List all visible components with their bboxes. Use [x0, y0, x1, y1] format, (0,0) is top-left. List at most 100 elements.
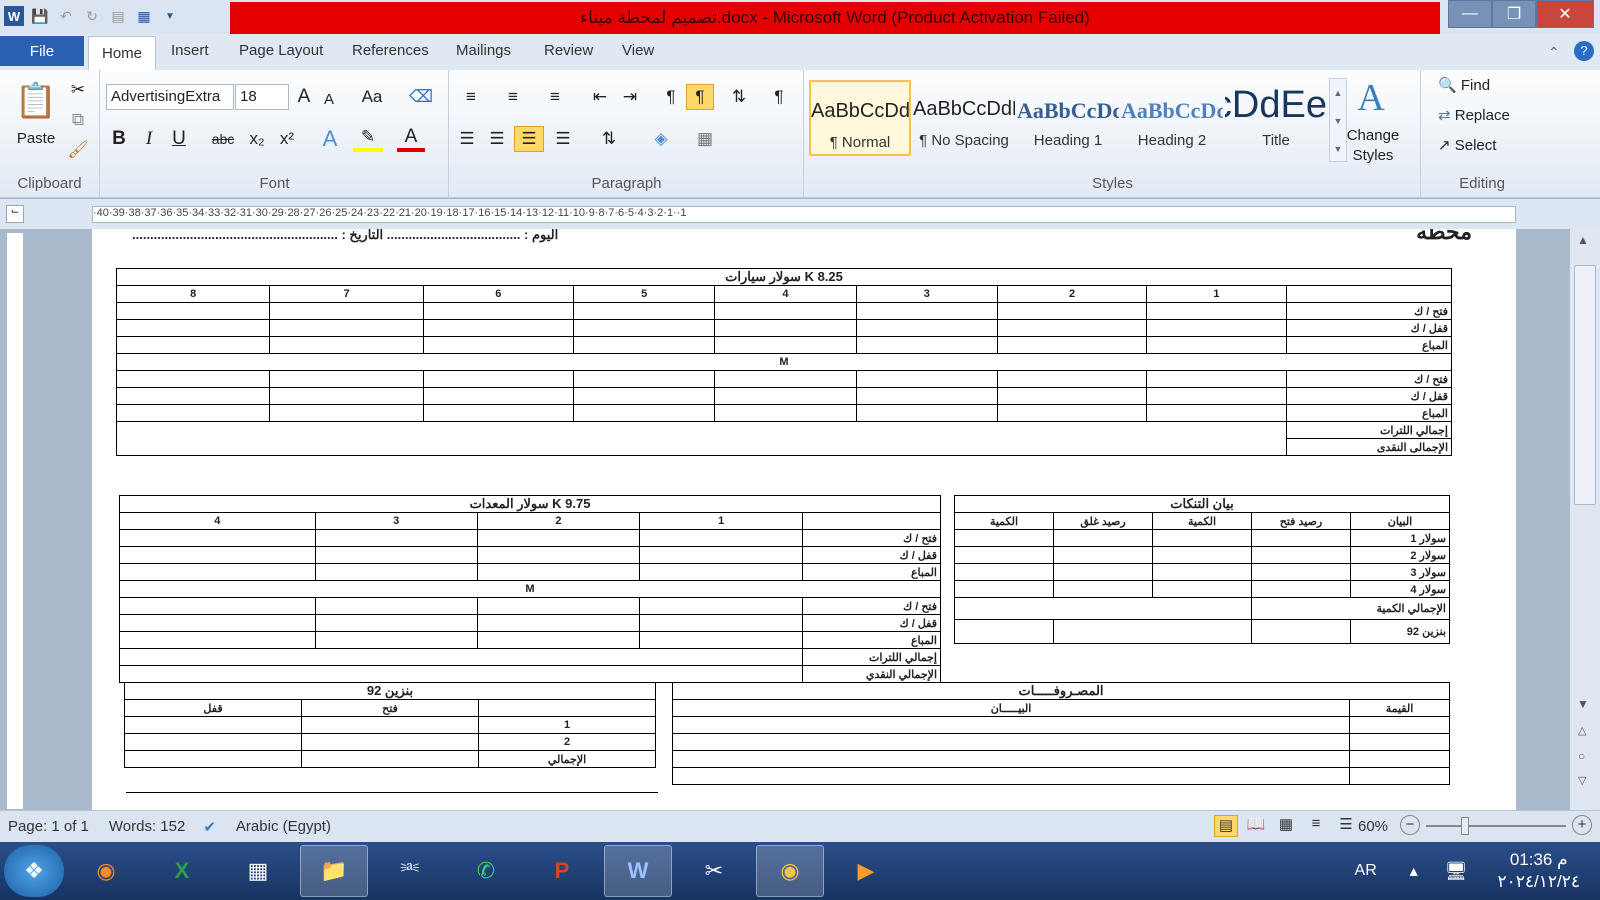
calculator-icon[interactable]: ▦	[224, 845, 292, 897]
tray-arrow-icon[interactable]: ▲	[1407, 863, 1421, 879]
style-normal[interactable]: AaBbCcDdEe ¶ Normal	[809, 80, 911, 156]
subscript-icon[interactable]: x₂	[243, 126, 271, 152]
undo-icon[interactable]: ↶	[56, 6, 76, 26]
rtl-direction-icon[interactable]: ¶	[686, 84, 714, 110]
draft-icon[interactable]: ☰	[1334, 815, 1358, 837]
ltr-direction-icon[interactable]: ¶	[658, 84, 684, 110]
cut-icon[interactable]: ✂	[66, 78, 90, 102]
zoom-slider-thumb[interactable]	[1460, 817, 1469, 835]
print-layout-icon[interactable]: ▤	[1214, 815, 1238, 837]
style-heading-2[interactable]: AaBbCcDdEe Heading 2	[1121, 80, 1223, 156]
bluetooth-icon[interactable]: ⎃	[376, 845, 444, 897]
tab-home[interactable]: Home	[88, 36, 156, 70]
tab-insert[interactable]: Insert	[171, 42, 209, 59]
zoom-slider[interactable]	[1426, 825, 1566, 827]
minimize-button[interactable]: —	[1448, 0, 1492, 28]
save-icon[interactable]: 💾	[30, 6, 50, 26]
bullets-icon[interactable]: ≡	[454, 84, 488, 110]
start-button-icon[interactable]: ❖	[4, 845, 64, 897]
shrink-font-button[interactable]: A	[317, 86, 341, 112]
clear-formatting-icon[interactable]: ⌫	[407, 84, 435, 110]
customize-qat-icon[interactable]: ▼	[160, 6, 180, 26]
multilevel-list-icon[interactable]: ≡	[538, 84, 572, 110]
full-screen-reading-icon[interactable]: 📖	[1244, 815, 1268, 837]
font-size-input[interactable]: 18	[235, 84, 289, 110]
word-count[interactable]: Words: 152	[109, 818, 185, 835]
print-preview-icon[interactable]: ▤	[108, 6, 128, 26]
select-button[interactable]: ↗ Select	[1438, 136, 1496, 154]
word-app-icon[interactable]: W	[4, 6, 24, 26]
horizontal-ruler[interactable]: ·40·39·38·37·36·35·34·33·32·31·30·29·28·…	[92, 206, 1516, 223]
excel-icon[interactable]: X	[148, 845, 216, 897]
align-right-icon[interactable]: ☰	[514, 126, 544, 152]
align-left-icon[interactable]: ☰	[454, 126, 480, 152]
justify-icon[interactable]: ☰	[548, 126, 578, 152]
find-button[interactable]: 🔍 Find	[1438, 76, 1490, 94]
underline-button[interactable]: U	[167, 126, 191, 152]
scroll-down-icon[interactable]: ▼	[1577, 697, 1589, 711]
scroll-thumb[interactable]	[1574, 265, 1596, 505]
copy-icon[interactable]: ⧉	[66, 108, 90, 132]
change-styles-button[interactable]: Change Styles	[1343, 126, 1403, 166]
close-button[interactable]: ✕	[1536, 0, 1594, 28]
tab-review[interactable]: Review	[544, 42, 593, 59]
tab-view[interactable]: View	[622, 42, 654, 59]
next-page-icon[interactable]: ▽	[1578, 774, 1586, 787]
browse-object-icon[interactable]: ○	[1578, 749, 1585, 763]
superscript-icon[interactable]: x²	[273, 126, 301, 152]
font-color-icon[interactable]: A	[397, 126, 425, 152]
clock[interactable]: 01:36 م ٢٠٢٤/١٢/٢٤	[1498, 849, 1581, 893]
word-icon[interactable]: W	[604, 845, 672, 897]
powerpoint-icon[interactable]: P	[528, 845, 596, 897]
style-title[interactable]: AaBbCcDdEe Title	[1225, 80, 1327, 156]
borders-icon[interactable]: ▦	[688, 126, 722, 152]
network-icon[interactable]: 🖥	[1445, 861, 1468, 882]
vertical-scrollbar[interactable]: ▲ ▼ △ ○ ▽	[1570, 229, 1600, 810]
zoom-out-icon[interactable]: −	[1400, 815, 1420, 835]
decrease-indent-icon[interactable]: ⇤	[586, 84, 614, 110]
tab-file[interactable]: File	[0, 36, 84, 66]
italic-button[interactable]: I	[137, 126, 161, 152]
scroll-up-icon[interactable]: ▲	[1577, 233, 1589, 247]
firefox-icon[interactable]: ◉	[72, 845, 140, 897]
language-indicator[interactable]: Arabic (Egypt)	[236, 818, 331, 835]
proofing-icon[interactable]: ✔	[203, 818, 216, 836]
change-styles-icon[interactable]: A	[1349, 76, 1393, 120]
chrome-icon[interactable]: ◉	[756, 845, 824, 897]
bold-button[interactable]: B	[107, 126, 131, 152]
restore-button[interactable]: ❐	[1492, 0, 1536, 28]
style-no-spacing[interactable]: AaBbCcDdEe ¶ No Spacing	[913, 80, 1015, 156]
previous-page-icon[interactable]: △	[1578, 724, 1586, 737]
redo-icon[interactable]: ↻	[82, 6, 102, 26]
web-layout-icon[interactable]: ▦	[1274, 815, 1298, 837]
sort-icon[interactable]: ⇅	[726, 84, 752, 110]
zoom-in-icon[interactable]: +	[1572, 815, 1592, 835]
minimize-ribbon-icon[interactable]: ⌃	[1548, 44, 1560, 61]
vertical-ruler[interactable]	[6, 232, 24, 810]
font-name-input[interactable]: AdvertisingExtra	[106, 84, 234, 110]
tab-selector-icon[interactable]: ⌙	[6, 205, 24, 223]
show-formatting-button[interactable]: ¶	[766, 84, 792, 110]
tab-page-layout[interactable]: Page Layout	[239, 42, 323, 59]
format-painter-icon[interactable]: 🖌	[66, 138, 90, 162]
align-center-icon[interactable]: ☰	[484, 126, 510, 152]
tab-references[interactable]: References	[352, 42, 429, 59]
line-spacing-icon[interactable]: ⇅	[592, 126, 626, 152]
tab-mailings[interactable]: Mailings	[456, 42, 511, 59]
snipping-tool-icon[interactable]: ✂	[680, 845, 748, 897]
help-icon[interactable]: ?	[1574, 41, 1594, 61]
file-explorer-icon[interactable]: 📁	[300, 845, 368, 897]
shading-icon[interactable]: ◈	[644, 126, 678, 152]
numbering-icon[interactable]: ≡	[496, 84, 530, 110]
new-document-icon[interactable]: ▦	[134, 6, 154, 26]
media-player-icon[interactable]: ▶	[832, 845, 900, 897]
input-language[interactable]: AR	[1355, 862, 1377, 880]
increase-indent-icon[interactable]: ⇥	[616, 84, 644, 110]
change-case-button[interactable]: Aa	[355, 84, 389, 110]
outline-icon[interactable]: ≡	[1304, 815, 1328, 837]
style-heading-1[interactable]: AaBbCcDdEe Heading 1	[1017, 80, 1119, 156]
strikethrough-button[interactable]: abc	[207, 126, 239, 152]
grow-font-button[interactable]: A	[291, 84, 317, 110]
paste-button-label[interactable]: Paste	[6, 128, 66, 148]
whatsapp-icon[interactable]: ✆	[452, 845, 520, 897]
